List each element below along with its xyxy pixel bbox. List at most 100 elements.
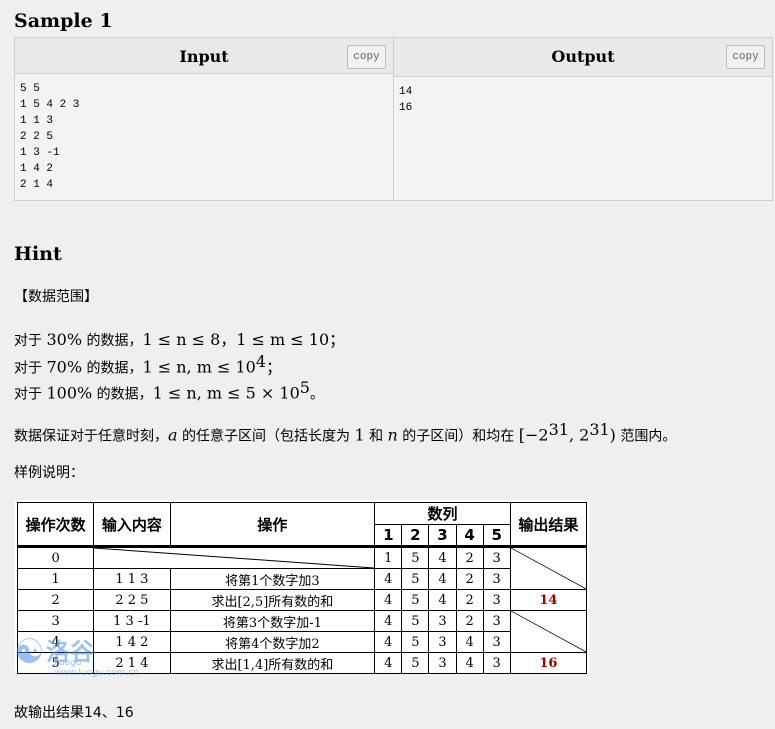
row-count: 0 (16, 545, 95, 569)
seq-index: 1 (374, 524, 403, 547)
sample-box: Input copy 5 5 1 5 4 2 3 1 1 3 2 2 5 1 3… (14, 37, 773, 201)
row-input: 2 1 4 (93, 652, 171, 674)
seq-index: 2 (401, 524, 430, 547)
seq-value: 1 (374, 545, 403, 569)
seq-value: 4 (428, 589, 457, 611)
punct: 。 (309, 386, 324, 403)
conclusion: 故输出结果14、16 (14, 705, 134, 721)
math: 1 ≤ n ≤ 8，1 ≤ m ≤ 10； (142, 330, 346, 349)
row-output: 14 (509, 589, 588, 611)
seq-value: 3 (428, 610, 457, 632)
row-input: 1 3 -1 (93, 610, 171, 632)
copy-input-button[interactable]: copy (347, 45, 386, 69)
text: 对于 (14, 386, 47, 403)
seq-value: 5 (401, 631, 430, 653)
row-output: 16 (509, 652, 588, 674)
input-header: Input copy (15, 38, 393, 74)
range: , 2 (568, 425, 590, 445)
text: 的任意子区间（包括长度为 (177, 428, 355, 445)
row-count: 2 (16, 589, 95, 611)
seq-value: 4 (455, 631, 484, 653)
row-count: 3 (16, 610, 95, 632)
text: 范围内。 (615, 428, 677, 445)
var-a: a (168, 425, 178, 445)
row-op: 求出[1,4]所有数的和 (169, 652, 376, 674)
text: 的子区间）和均在 (397, 428, 519, 445)
percent: 30% (46, 330, 83, 349)
text: 对于 (14, 360, 47, 377)
seq-value: 3 (482, 545, 511, 569)
text: 的数据， (92, 386, 153, 403)
text: 的数据， (82, 333, 143, 349)
seq-value: 2 (455, 589, 484, 611)
constraint-line-3: 对于 100% 的数据，1 ≤ n, m ≤ 5 × 105。 (14, 378, 324, 404)
example-table-image: 操作次数 输入内容 操作 数列 输出结果 1 2 3 4 5 0 1 5 4 2… (15, 500, 589, 674)
text: 和 (364, 428, 388, 445)
output-header: Output copy (394, 38, 772, 77)
seq-value: 5 (401, 545, 430, 569)
var-n: n (387, 425, 398, 445)
seq-value: 4 (374, 568, 403, 590)
text: 的数据， (82, 360, 143, 377)
header-count: 操作次数 (16, 502, 95, 547)
range: [−2 (518, 425, 549, 445)
seq-value: 5 (401, 652, 430, 674)
seq-value: 5 (401, 610, 430, 632)
constraint-line-1: 对于 30% 的数据，1 ≤ n ≤ 8，1 ≤ m ≤ 10； (14, 326, 345, 350)
table-row: 3 1 3 -1 将第3个数字加-1 4 5 3 2 3 (16, 610, 588, 653)
empty-diagonal-cell (93, 545, 376, 569)
table-row: 0 1 5 4 2 3 (16, 545, 588, 590)
header-input: 输入内容 (93, 502, 171, 547)
table-row: 4 1 4 2 将第4个数字加2 4 5 3 4 3 (16, 631, 587, 653)
exponent: 31 (548, 420, 569, 439)
table-row: 2 2 2 5 求出[2,5]所有数的和 4 5 4 2 3 14 (16, 589, 588, 611)
sample-title: Sample 1 (14, 10, 113, 32)
copy-output-button[interactable]: copy (726, 45, 765, 69)
seq-value: 3 (428, 631, 457, 653)
seq-value: 4 (374, 610, 403, 632)
example-table: 操作次数 输入内容 操作 数列 输出结果 1 2 3 4 5 0 1 5 4 2… (16, 502, 588, 674)
seq-value: 3 (482, 610, 511, 632)
row-op: 将第3个数字加-1 (169, 610, 376, 632)
percent: 70% (46, 357, 83, 377)
seq-value: 5 (401, 589, 430, 611)
row-op: 将第4个数字加2 (169, 631, 376, 653)
seq-value: 4 (374, 631, 403, 653)
example-heading: 样例说明： (14, 465, 84, 481)
seq-value: 5 (401, 568, 430, 590)
data-range-heading: 【数据范围】 (14, 289, 98, 305)
math: 1 ≤ n, m ≤ 5 × 10 (152, 383, 300, 403)
seq-value: 3 (428, 652, 457, 674)
exponent: 31 (589, 420, 610, 439)
seq-value: 4 (428, 545, 457, 569)
seq-value: 3 (482, 589, 511, 611)
row-input: 2 2 5 (93, 589, 171, 611)
seq-index: 5 (482, 524, 511, 547)
seq-value: 2 (455, 568, 484, 590)
input-content[interactable]: 5 5 1 5 4 2 3 1 1 3 2 2 5 1 3 -1 1 4 2 2… (15, 74, 393, 200)
output-content[interactable]: 14 16 (394, 77, 772, 200)
seq-value: 3 (482, 568, 511, 590)
seq-value: 3 (482, 652, 511, 674)
empty-diagonal-cell (509, 610, 588, 653)
seq-value: 4 (428, 568, 457, 590)
row-op: 将第1个数字加3 (169, 568, 376, 590)
table-row: 5 2 1 4 求出[1,4]所有数的和 4 5 3 4 3 16 (16, 652, 588, 674)
input-column: Input copy 5 5 1 5 4 2 3 1 1 3 2 2 5 1 3… (15, 38, 393, 200)
hint-title: Hint (14, 243, 62, 265)
seq-index: 4 (455, 524, 484, 547)
row-count: 1 (16, 568, 95, 590)
seq-value: 2 (455, 610, 484, 632)
row-input: 1 4 2 (93, 631, 171, 653)
input-label: Input (179, 47, 229, 66)
exponent: 5 (299, 378, 310, 397)
row-op: 求出[2,5]所有数的和 (169, 589, 376, 611)
seq-value: 4 (455, 652, 484, 674)
row-count: 4 (16, 631, 95, 653)
output-column: Output copy 14 16 (393, 38, 772, 200)
guarantee-line: 数据保证对于任意时刻，a 的任意子区间（包括长度为 1 和 n 的子区间）和均在… (14, 420, 676, 446)
row-count: 5 (16, 652, 95, 674)
text: 数据保证对于任意时刻， (14, 428, 168, 445)
constraint-line-2: 对于 70% 的数据，1 ≤ n, m ≤ 104； (14, 352, 282, 378)
one: 1 (354, 425, 365, 445)
